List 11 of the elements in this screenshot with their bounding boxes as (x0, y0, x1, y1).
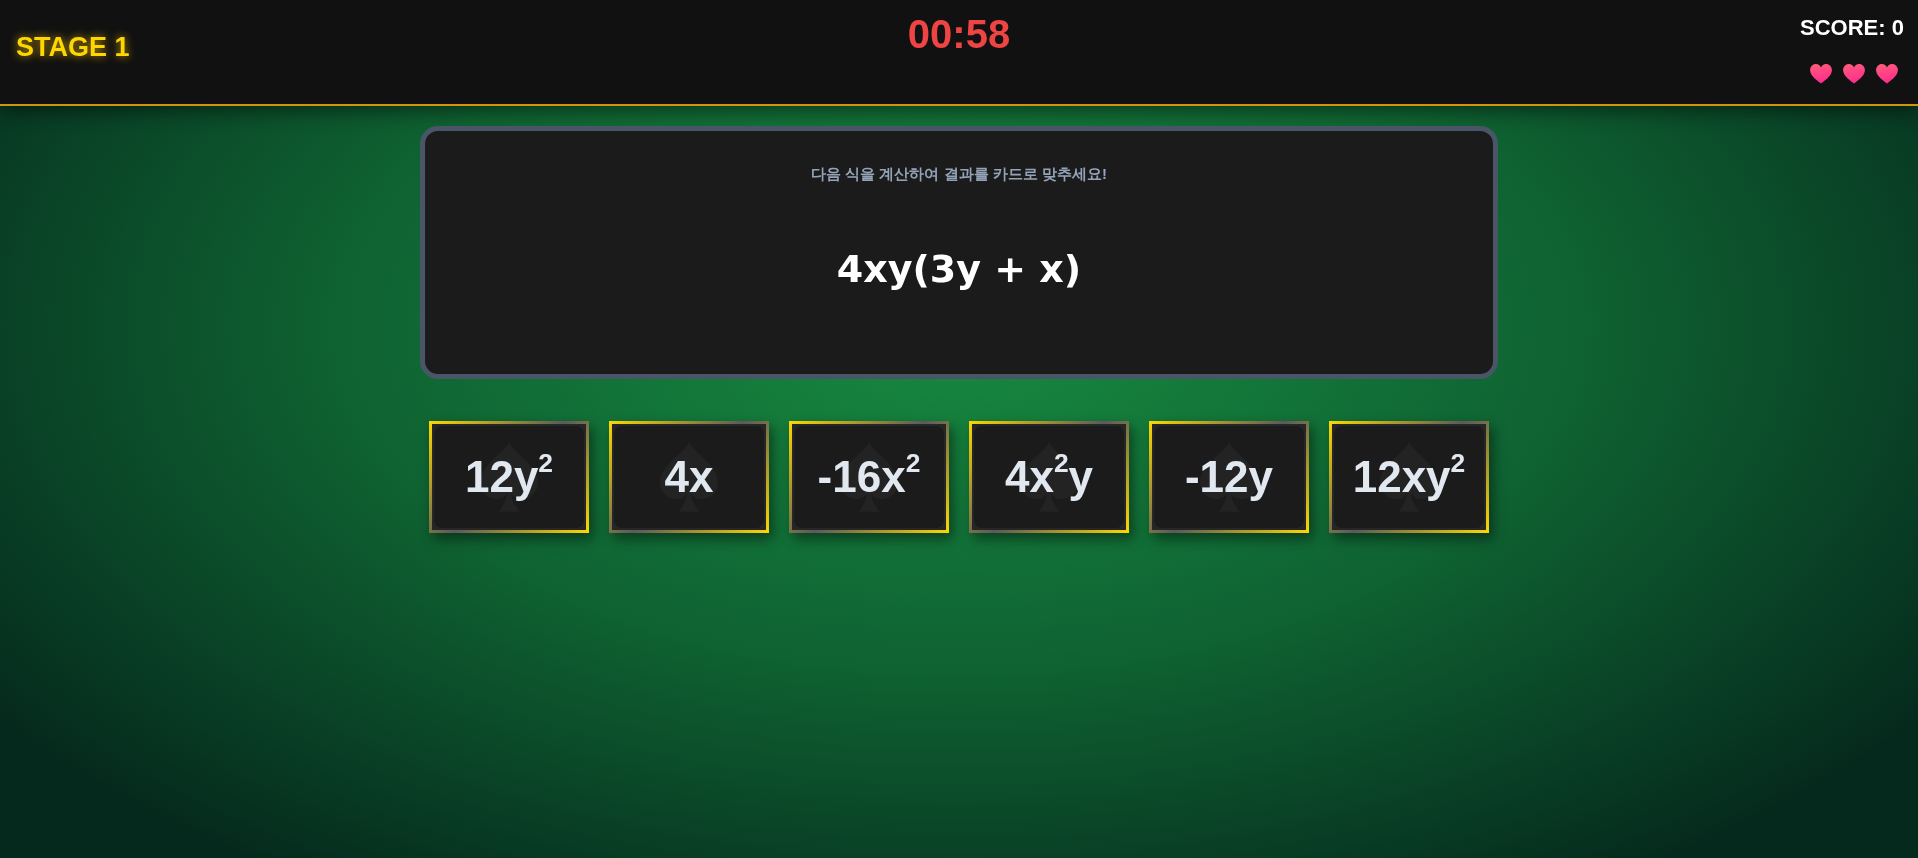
score-label: SCORE: 0 (1800, 14, 1904, 42)
answer-card[interactable]: 12y$^{2}$ (429, 421, 589, 533)
stage-label: STAGE 1 (16, 31, 130, 64)
answer-card[interactable]: -12y (1149, 421, 1309, 533)
timer: 00:58 (907, 11, 1011, 58)
instruction-text: 다음 식을 계산하여 결과를 카드로 맞추세요! (811, 164, 1107, 184)
expression-text: 4xy(3y + x) (836, 246, 1082, 292)
answer-card[interactable]: 12xy$^{2}$ (1329, 421, 1489, 533)
answer-card[interactable]: -16x$^{2}$ (789, 421, 949, 533)
answer-card[interactable]: 4x$^{2}$y (969, 421, 1129, 533)
answer-card[interactable]: 4x (609, 421, 769, 533)
